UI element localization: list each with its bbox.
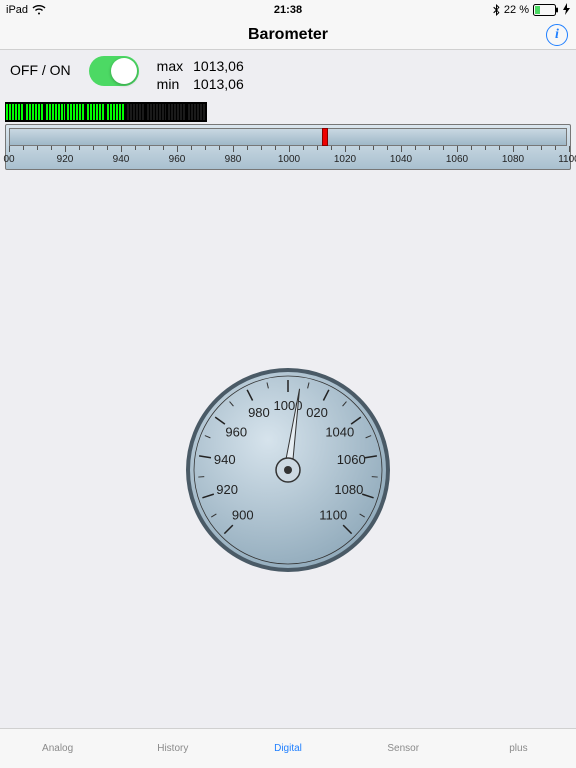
tab-history[interactable]: History [115, 729, 230, 768]
offon-label: OFF / ON [10, 56, 71, 78]
ruler-tick-label: 940 [113, 154, 130, 165]
battery-icon [533, 4, 559, 16]
gauge-tick-label: 1080 [334, 482, 363, 497]
gauge-tick-label: 1060 [337, 452, 366, 467]
ruler-tick-label: 1060 [446, 154, 468, 165]
gauge-tick-label: 1100 [319, 507, 347, 522]
bluetooth-icon [493, 4, 500, 16]
pressure-ruler: 00920940960980100010201040106010801100 [5, 124, 571, 170]
ruler-tick-label: 1080 [502, 154, 524, 165]
ruler-tick-label: 00 [3, 154, 14, 165]
tab-plus[interactable]: plus [461, 729, 576, 768]
charging-icon [563, 3, 570, 18]
gauge-tick-label: 980 [248, 405, 270, 420]
status-bar: iPad 21:38 22 % [0, 0, 576, 20]
switch-knob [111, 58, 137, 84]
ruler-tick-label: 980 [225, 154, 242, 165]
nav-bar: Barometer i [0, 20, 576, 50]
battery-percent: 22 % [504, 4, 529, 16]
led-bar [5, 102, 207, 122]
clock: 21:38 [274, 4, 302, 16]
tab-sensor[interactable]: Sensor [346, 729, 461, 768]
ruler-tick-label: 1020 [334, 154, 356, 165]
gauge-tick-label: 940 [214, 452, 236, 467]
controls-row: OFF / ON max 1013,06 min 1013,06 [0, 50, 576, 98]
min-value: 1013,06 [193, 76, 244, 92]
info-button[interactable]: i [546, 24, 568, 46]
power-switch[interactable] [89, 56, 139, 86]
ruler-tick-label: 1000 [278, 154, 300, 165]
max-value: 1013,06 [193, 58, 244, 74]
device-label: iPad [6, 4, 28, 16]
tab-bar: Analog History Digital Sensor plus [0, 728, 576, 768]
gauge-tick-label: 900 [232, 507, 254, 522]
ruler-tick-label: 1040 [390, 154, 412, 165]
ruler-tick-label: 960 [169, 154, 186, 165]
gauge-tick-label: 020 [306, 405, 328, 420]
ruler-marker [322, 128, 328, 146]
ruler-tick-label: 920 [57, 154, 74, 165]
minmax-block: max 1013,06 min 1013,06 [157, 56, 244, 92]
tab-digital[interactable]: Digital [230, 729, 345, 768]
pressure-gauge: 90092094096098010000201040106010801100 [178, 360, 398, 580]
max-label: max [157, 58, 183, 74]
ruler-tick-label: 1100 [558, 154, 576, 165]
gauge-tick-label: 960 [225, 424, 247, 439]
wifi-icon [32, 5, 46, 15]
gauge-container: 90092094096098010000201040106010801100 [0, 360, 576, 580]
min-label: min [157, 76, 183, 92]
page-title: Barometer [248, 26, 328, 44]
tab-analog[interactable]: Analog [0, 729, 115, 768]
gauge-tick-label: 920 [216, 482, 238, 497]
gauge-tick-label: 1040 [325, 424, 354, 439]
